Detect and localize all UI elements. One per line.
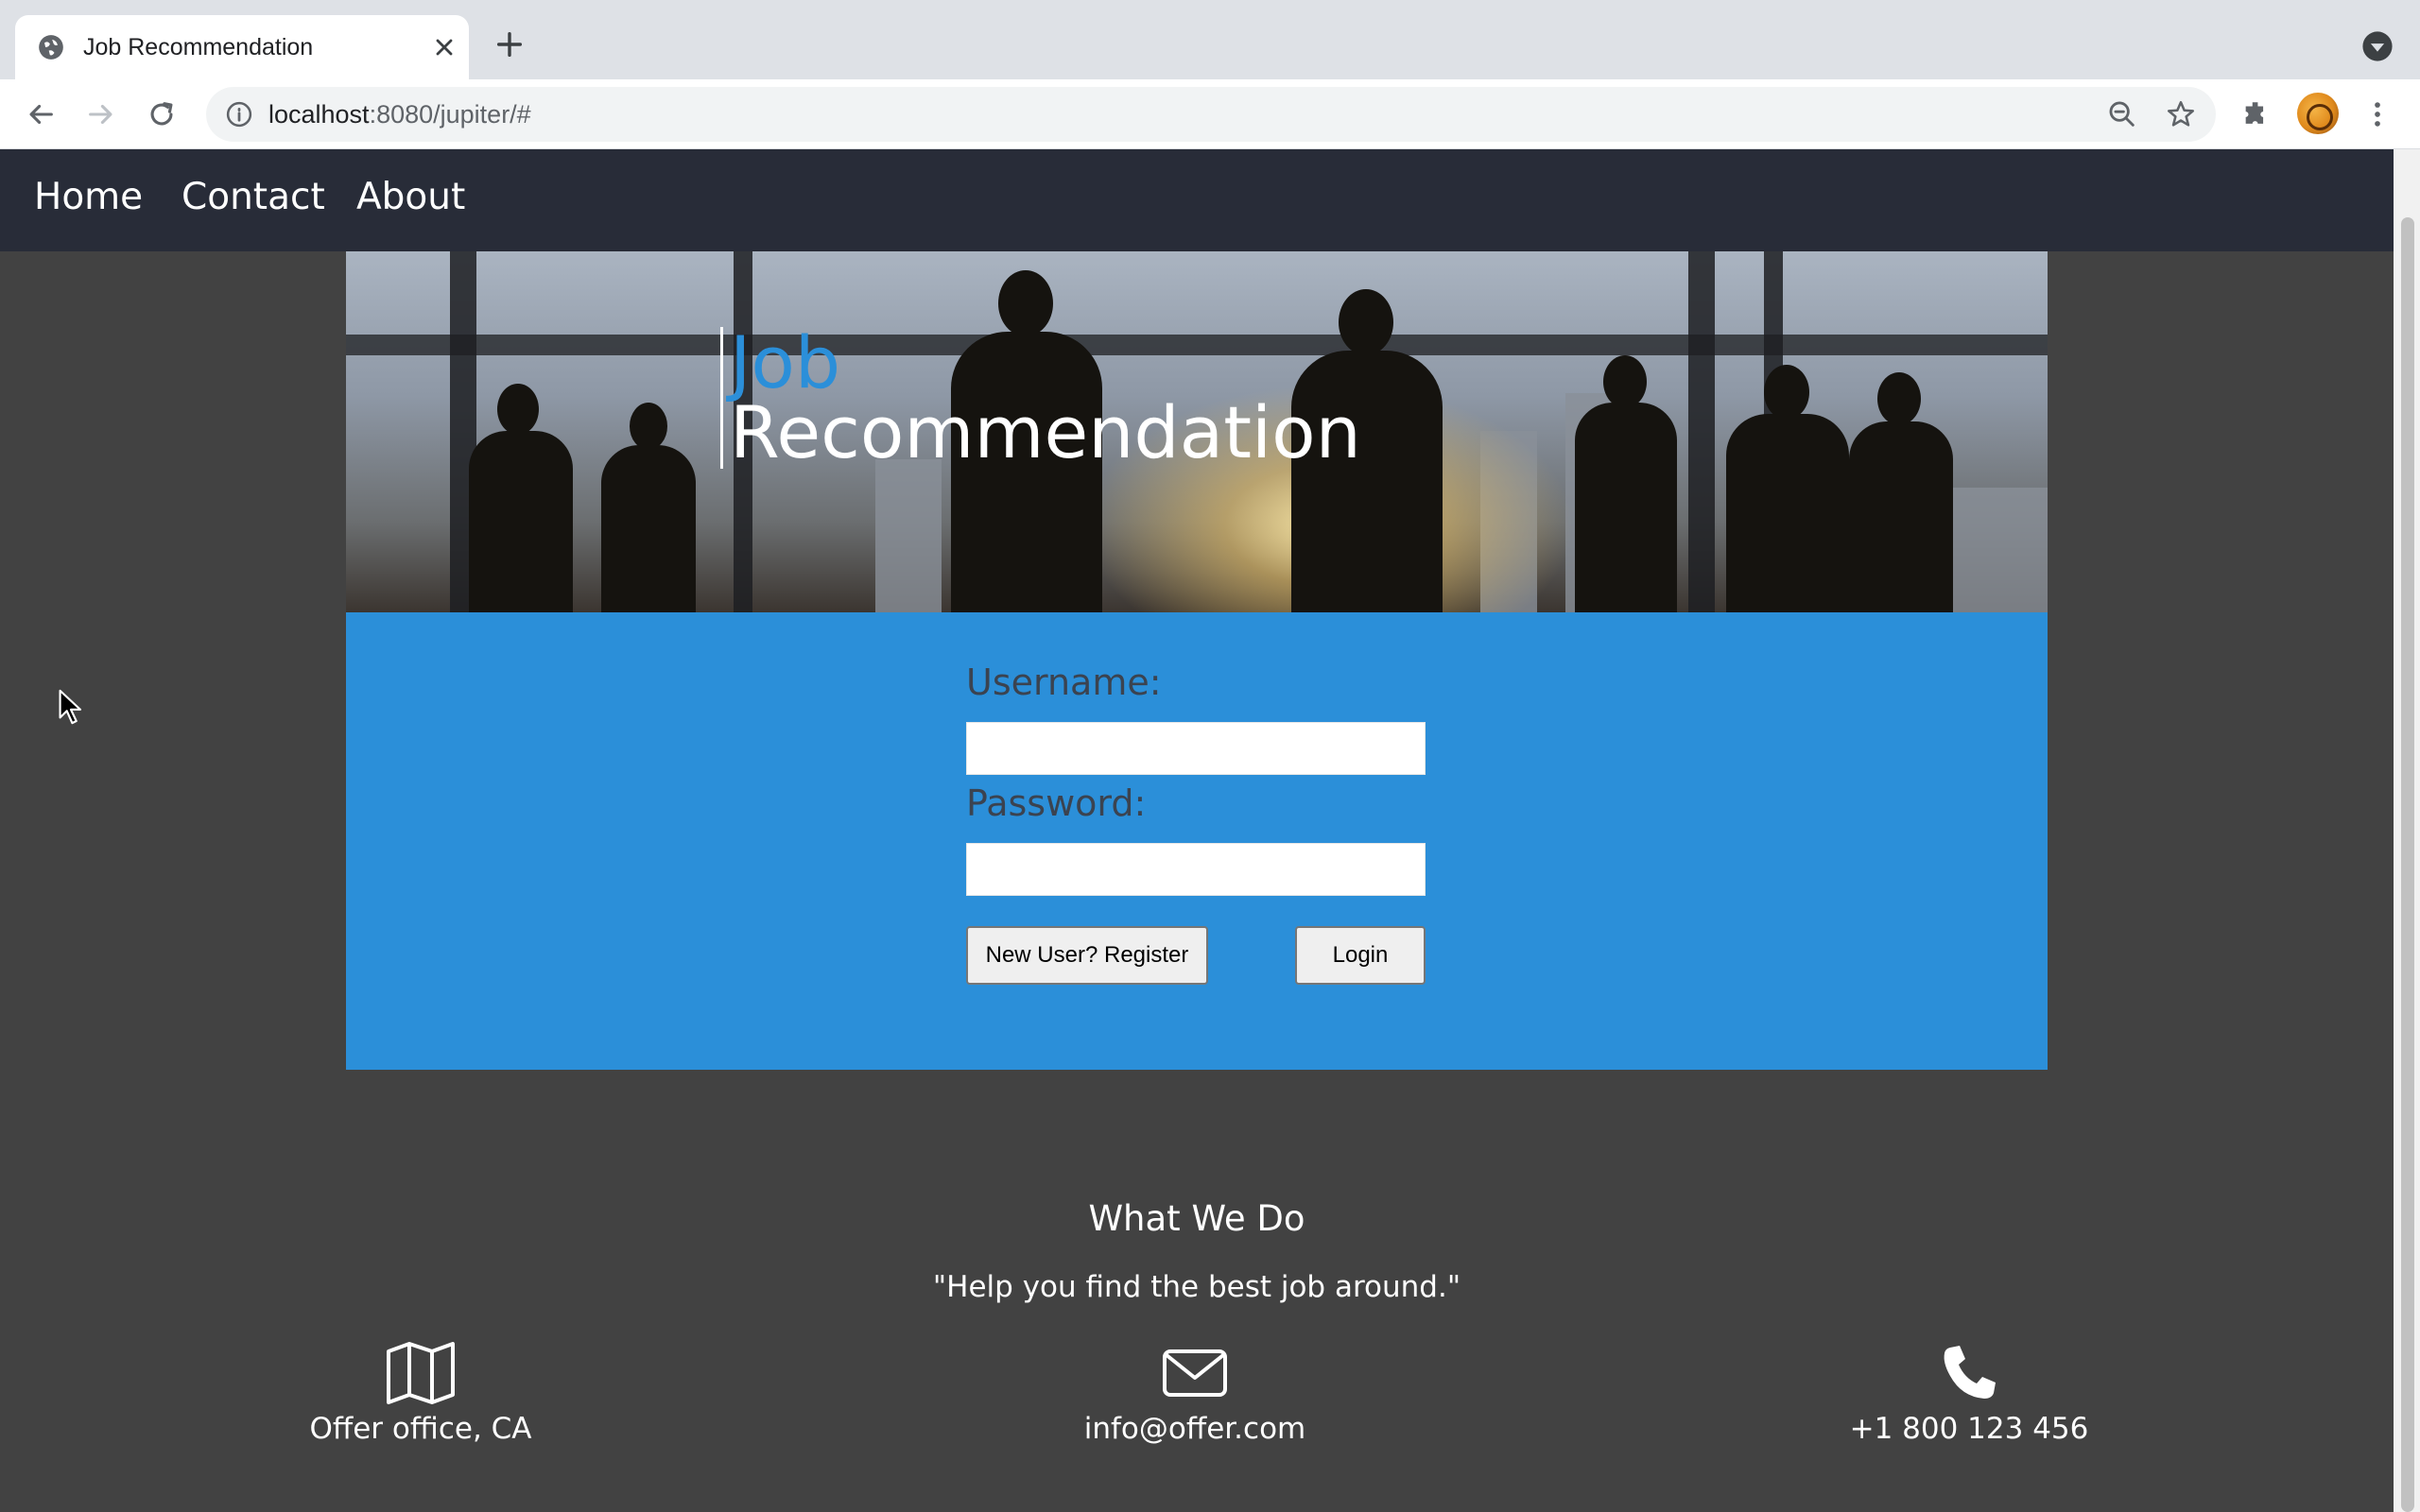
username-input[interactable] bbox=[966, 722, 1426, 775]
envelope-icon bbox=[1163, 1349, 1227, 1397]
address-bar[interactable]: localhost:8080/jupiter/# bbox=[206, 87, 2216, 142]
hero-title-divider bbox=[720, 327, 723, 469]
hero-person bbox=[1849, 421, 1953, 612]
contact-email: info@offer.com bbox=[996, 1342, 1393, 1446]
globe-icon bbox=[39, 35, 63, 60]
contact-address: Offer office, CA bbox=[222, 1342, 619, 1446]
hero-person-head bbox=[497, 384, 539, 435]
bookmark-star-icon[interactable] bbox=[2165, 98, 2197, 130]
what-we-do-quote: "Help you find the best job around." bbox=[932, 1270, 1461, 1304]
nav-home-link[interactable]: Home bbox=[34, 176, 143, 218]
map-icon bbox=[387, 1342, 455, 1404]
close-icon[interactable] bbox=[431, 34, 458, 60]
mouse-cursor-icon bbox=[59, 689, 82, 725]
password-label: Password: bbox=[966, 782, 1147, 824]
hero-title-job: Job bbox=[730, 320, 841, 404]
hero-building bbox=[1944, 488, 2048, 612]
hero-window-frame bbox=[1688, 251, 1715, 612]
extensions-icon[interactable] bbox=[2238, 96, 2274, 132]
page-viewport: Home Contact About Job Recommendation Us… bbox=[0, 149, 2394, 1512]
tab-title: Job Recommendation bbox=[83, 34, 314, 60]
menu-kebab-icon[interactable] bbox=[2360, 96, 2395, 132]
back-icon[interactable] bbox=[23, 96, 59, 132]
hero-person-head bbox=[630, 403, 667, 450]
phone-icon bbox=[1944, 1346, 1996, 1399]
new-tab-icon[interactable] bbox=[493, 28, 526, 60]
hero-person bbox=[469, 431, 573, 612]
hero-person-head bbox=[1339, 289, 1393, 355]
forward-icon[interactable] bbox=[83, 96, 119, 132]
hero-banner: Job Recommendation bbox=[346, 251, 2048, 612]
top-navbar: Home Contact About bbox=[0, 149, 2394, 251]
contact-phone-text: +1 800 123 456 bbox=[1849, 1412, 2089, 1446]
profile-avatar[interactable] bbox=[2297, 93, 2339, 134]
hero-person bbox=[1575, 403, 1677, 612]
browser-toolbar: localhost:8080/jupiter/# bbox=[0, 79, 2420, 149]
zoom-icon[interactable] bbox=[2106, 98, 2138, 130]
hero-title-recommendation: Recommendation bbox=[730, 390, 1361, 474]
tab-search-icon[interactable] bbox=[2361, 30, 2394, 62]
contact-phone: +1 800 123 456 bbox=[1771, 1342, 2168, 1446]
hero-person bbox=[1726, 414, 1849, 612]
url-text[interactable]: localhost:8080/jupiter/# bbox=[268, 100, 531, 129]
hero-building bbox=[875, 459, 942, 612]
what-we-do-heading: What We Do bbox=[1088, 1198, 1305, 1239]
browser-tab-strip: Job Recommendation bbox=[0, 0, 2420, 79]
nav-about-link[interactable]: About bbox=[356, 176, 465, 218]
url-host: localhost bbox=[268, 100, 370, 129]
hero-person-head bbox=[998, 270, 1053, 336]
contact-address-text: Offer office, CA bbox=[309, 1412, 532, 1446]
username-label: Username: bbox=[966, 662, 1162, 703]
site-info-icon[interactable] bbox=[225, 100, 253, 129]
password-input[interactable] bbox=[966, 843, 1426, 896]
nav-contact-link[interactable]: Contact bbox=[182, 176, 325, 218]
hero-person bbox=[601, 445, 696, 612]
hero-person-head bbox=[1877, 372, 1921, 425]
hero-window-frame bbox=[346, 335, 2048, 355]
reload-icon[interactable] bbox=[144, 96, 180, 132]
hero-person-head bbox=[1603, 355, 1647, 408]
page-scrollbar-thumb[interactable] bbox=[2401, 217, 2414, 1512]
url-path: :8080/jupiter/# bbox=[369, 100, 531, 129]
hero-person-head bbox=[1764, 365, 1809, 420]
login-panel: Username: Password: New User? Register L… bbox=[346, 612, 2048, 1070]
login-button[interactable]: Login bbox=[1295, 926, 1426, 985]
browser-tab[interactable]: Job Recommendation bbox=[15, 15, 469, 79]
contact-email-text: info@offer.com bbox=[1083, 1412, 1306, 1446]
register-button[interactable]: New User? Register bbox=[966, 926, 1208, 985]
